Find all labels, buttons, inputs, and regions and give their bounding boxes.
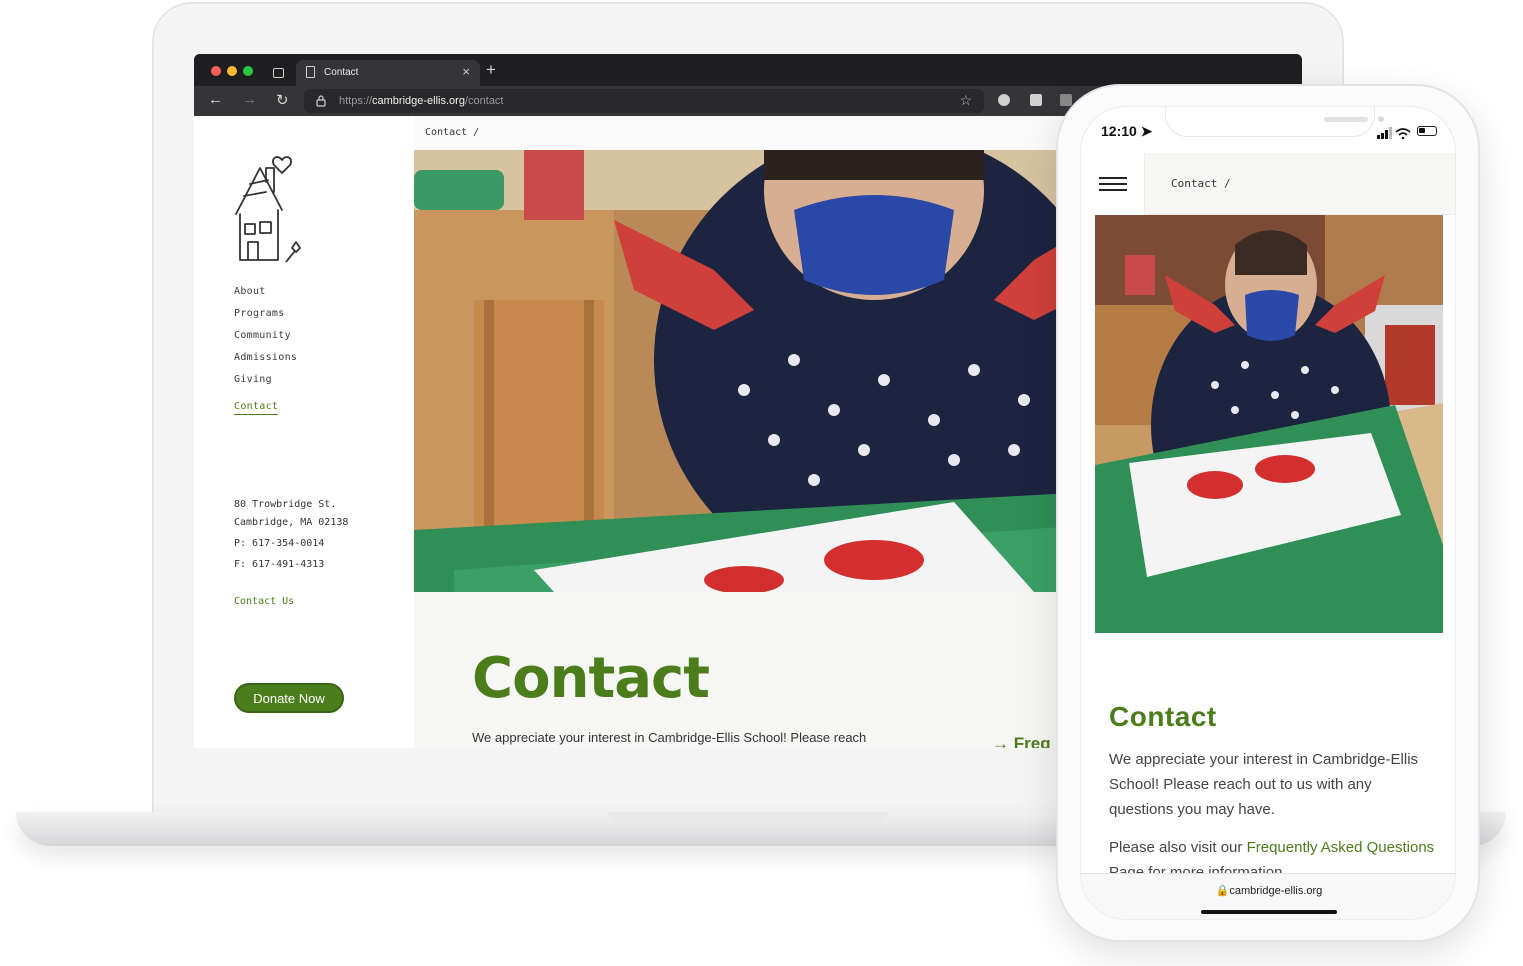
phone-notch: [1165, 107, 1384, 137]
nav-item-admissions[interactable]: Admissions: [234, 352, 297, 363]
phone-frame: 12:10 ➤ Contact / Contact We appreciate …: [1056, 84, 1480, 942]
battery-icon: [1417, 126, 1437, 136]
nav-item-about[interactable]: About: [234, 286, 297, 297]
address-bar[interactable]: https://cambridge-ellis.org/contact ☆: [304, 89, 984, 113]
nav-item-community[interactable]: Community: [234, 330, 297, 341]
mockup-stage: Contact × + ← → ↻ https://cambridge-elli…: [0, 0, 1523, 966]
school-house-logo[interactable]: [230, 152, 310, 262]
phone-screen: 12:10 ➤ Contact / Contact We appreciate …: [1080, 106, 1456, 920]
site-sidebar: About Programs Community Admissions Givi…: [194, 116, 414, 748]
status-time: 12:10 ➤: [1101, 123, 1153, 139]
address-city: Cambridge, MA 02138: [234, 517, 349, 528]
faq-link[interactable]: → Freq: [992, 734, 1051, 748]
zoom-window-button[interactable]: [243, 66, 253, 76]
nav-item-contact[interactable]: Contact: [234, 401, 279, 415]
mobile-faq-link[interactable]: Frequently Asked Questions: [1247, 839, 1435, 856]
back-icon[interactable]: ←: [208, 91, 223, 108]
school-address: 80 Trowbridge St. Cambridge, MA 02138 P:…: [234, 496, 348, 574]
new-tab-button[interactable]: +: [486, 60, 496, 80]
nav-item-programs[interactable]: Programs: [234, 308, 297, 319]
sidebar-icon[interactable]: [273, 68, 284, 78]
front-camera: [1378, 116, 1384, 122]
nav-item-giving[interactable]: Giving: [234, 374, 297, 385]
mobile-intro-text: We appreciate your interest in Cambridge…: [1109, 751, 1419, 818]
safari-address-bar[interactable]: 🔒cambridge-ellis.org: [1081, 873, 1455, 919]
menu-area: [1081, 153, 1145, 215]
browser-tab[interactable]: Contact ×: [296, 60, 480, 86]
forward-icon[interactable]: →: [242, 91, 257, 108]
donate-button[interactable]: Donate Now: [234, 683, 344, 713]
breadcrumb[interactable]: Contact /: [425, 127, 479, 138]
minimize-window-button[interactable]: [227, 66, 237, 76]
main-nav: About Programs Community Admissions Givi…: [234, 286, 297, 426]
mobile-hero-photo: [1095, 215, 1443, 633]
laptop-notch: [608, 812, 888, 822]
browser-tab-bar: Contact × +: [194, 54, 1302, 86]
phone-number[interactable]: P: 617-354-0014: [234, 535, 348, 553]
home-indicator[interactable]: [1201, 910, 1337, 914]
mobile-page-title: Contact: [1109, 701, 1217, 732]
close-icon[interactable]: ×: [462, 64, 470, 79]
fax-number: F: 617-491-4313: [234, 559, 325, 570]
tab-title: Contact: [324, 67, 359, 78]
intro-text: We appreciate your interest in Cambridge…: [472, 730, 867, 745]
status-bar: 12:10 ➤: [1081, 107, 1455, 153]
mobile-breadcrumb[interactable]: Contact /: [1171, 177, 1231, 190]
signal-wifi-icon: [1377, 127, 1411, 139]
safari-url: 🔒cambridge-ellis.org: [1215, 885, 1323, 897]
page-title: Contact: [472, 646, 710, 711]
extension-icon[interactable]: [1060, 94, 1072, 106]
bookmark-icon[interactable]: ☆: [959, 92, 972, 109]
address-street: 80 Trowbridge St.: [234, 499, 337, 510]
mobile-header: Contact /: [1081, 153, 1455, 215]
hamburger-menu-icon[interactable]: [1099, 177, 1127, 191]
speaker-grille: [1324, 117, 1368, 122]
lock-icon: [316, 95, 326, 107]
extension-icon[interactable]: [1030, 94, 1042, 106]
close-window-button[interactable]: [211, 66, 221, 76]
url-text: https://cambridge-ellis.org/contact: [339, 95, 504, 107]
extension-icon[interactable]: [998, 94, 1010, 106]
contact-us-link[interactable]: Contact Us: [234, 596, 294, 607]
document-icon: [306, 66, 315, 78]
reload-icon[interactable]: ↻: [276, 91, 289, 109]
